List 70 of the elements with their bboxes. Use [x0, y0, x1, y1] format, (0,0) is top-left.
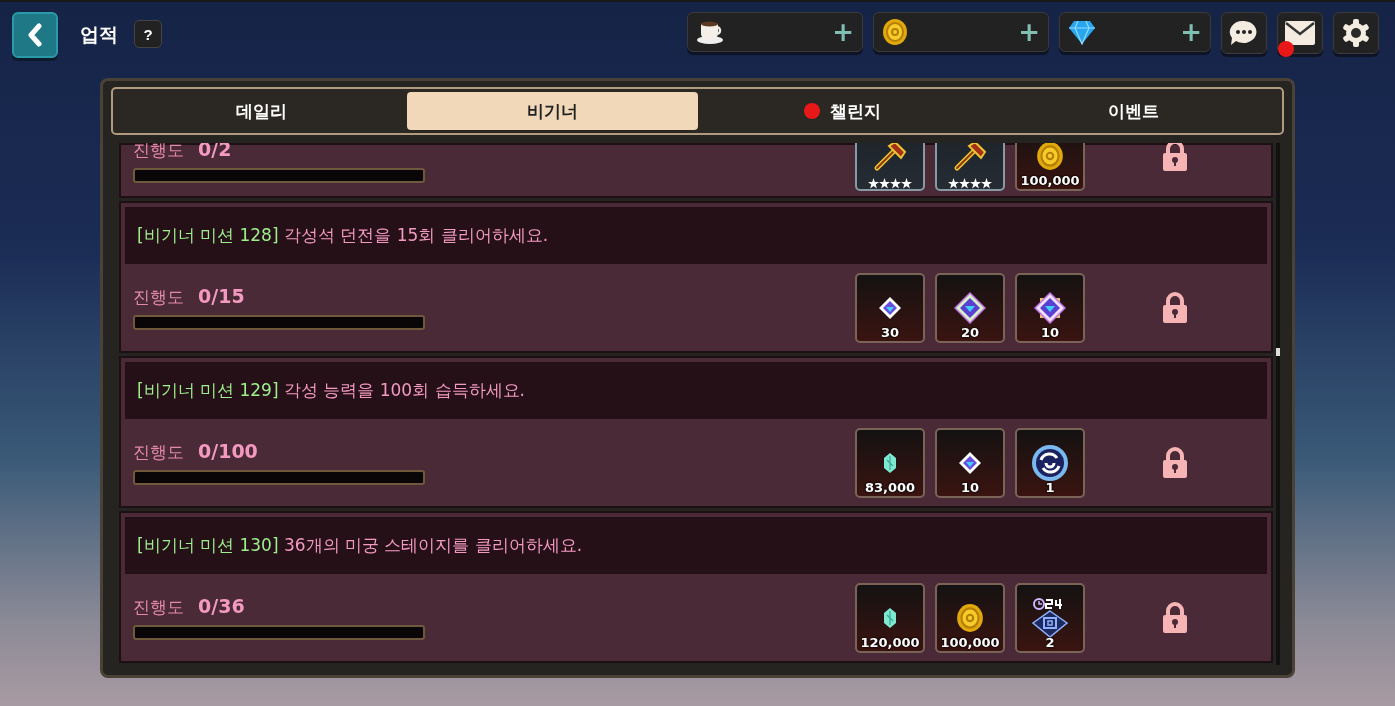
- swirl-orb-icon: [1031, 443, 1069, 482]
- reward-item[interactable]: 1: [1015, 427, 1085, 498]
- star-icon: [948, 177, 959, 189]
- progress-value: 0/15: [198, 285, 245, 307]
- reward-amount: 1: [1045, 479, 1055, 495]
- coin-icon: [882, 18, 908, 46]
- progress-label: 진행도: [133, 441, 184, 464]
- mail-icon: [1284, 20, 1316, 46]
- diamond-icon: [1068, 19, 1096, 45]
- notification-dot: [1278, 41, 1294, 57]
- crystal-icon: [883, 606, 897, 629]
- mail-button[interactable]: [1277, 12, 1323, 54]
- star-icon: [981, 177, 992, 189]
- star-icon: [868, 177, 879, 189]
- progress-value: 0/36: [198, 595, 245, 617]
- crystal-icon: [883, 451, 897, 474]
- settings-button[interactable]: [1333, 12, 1379, 54]
- page-title: 업적: [80, 22, 118, 47]
- progress-label: 진행도: [133, 286, 184, 309]
- progress-label: 진행도: [133, 143, 184, 162]
- hammer-icon: [873, 143, 907, 172]
- mission-title: [비기너 미션 128] 각성석 던전을 15회 클리어하세요.: [125, 207, 1267, 264]
- chat-bubble-icon: [1229, 19, 1259, 47]
- reward-amount: 20: [960, 324, 980, 340]
- reward-amount: 120,000: [860, 634, 920, 650]
- star-icon: [879, 177, 890, 189]
- chat-button[interactable]: [1221, 12, 1267, 54]
- ticket-icon: [1030, 596, 1070, 639]
- tab[interactable]: 이벤트: [988, 92, 1279, 130]
- settings-icon: [1341, 18, 1371, 48]
- reward-amount: 10: [960, 479, 980, 495]
- gem-icon: [957, 449, 983, 476]
- tab[interactable]: 챌린지: [697, 92, 989, 130]
- gem-icon: [954, 291, 986, 324]
- add-button[interactable]: +: [1018, 19, 1040, 45]
- progress-label: 진행도: [133, 596, 184, 619]
- help-button[interactable]: ?: [134, 20, 162, 48]
- star-icon: [890, 177, 901, 189]
- reward-amount: 100,000: [1020, 172, 1080, 188]
- progress-value: 0/100: [198, 440, 258, 462]
- mission-title: [비기너 미션 130] 36개의 미궁 스테이지를 클리어하세요.: [125, 517, 1267, 574]
- reward-item[interactable]: 10: [1015, 272, 1085, 343]
- tab[interactable]: 비기너: [406, 92, 698, 130]
- reward-item[interactable]: 100,000: [1015, 143, 1085, 191]
- star-icon: [970, 177, 981, 189]
- add-button[interactable]: +: [1180, 19, 1202, 45]
- reward-amount: 100,000: [940, 634, 1000, 650]
- star-icon: [901, 177, 912, 189]
- coffee-cup-icon: [696, 19, 726, 45]
- add-button[interactable]: +: [832, 19, 854, 45]
- reward-amount: 30: [880, 324, 900, 340]
- gem-icon: [1034, 291, 1066, 324]
- star-icon: [959, 177, 970, 189]
- reward-item[interactable]: 10: [935, 427, 1005, 498]
- reward-amount: 2: [1045, 634, 1055, 650]
- mission-title: [비기너 미션 129] 각성 능력을 100회 습득하세요.: [125, 362, 1267, 419]
- coin-icon: [956, 602, 984, 633]
- reward-item[interactable]: 30: [855, 272, 925, 343]
- reward-item[interactable]: 2: [1015, 582, 1085, 653]
- reward-amount: 10: [1040, 324, 1060, 340]
- reward-item[interactable]: 120,000: [855, 582, 925, 653]
- back-button[interactable]: [12, 12, 58, 58]
- reward-item[interactable]: 83,000: [855, 427, 925, 498]
- reward-item[interactable]: 100,000: [935, 582, 1005, 653]
- tab[interactable]: 데일리: [116, 92, 407, 130]
- reward-amount: 83,000: [864, 479, 916, 495]
- reward-item[interactable]: 20: [935, 272, 1005, 343]
- gem-icon: [877, 294, 903, 321]
- hammer-icon: [953, 143, 987, 172]
- coin-icon: [1036, 143, 1064, 171]
